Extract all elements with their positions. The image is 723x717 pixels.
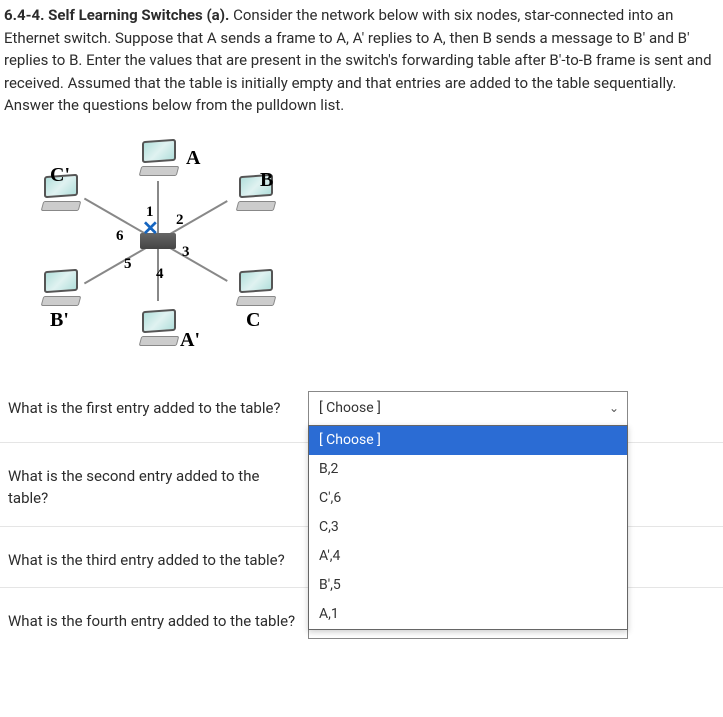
chevron-down-icon: ⌄ <box>609 399 619 417</box>
computer-A <box>138 140 182 176</box>
port-3: 3 <box>182 241 190 264</box>
port-1: 1 <box>146 201 154 224</box>
label-Cprime: C' <box>50 160 70 190</box>
port-6: 6 <box>116 225 124 248</box>
question-1-select-value: [ Choose ] <box>319 400 381 416</box>
port-5: 5 <box>124 253 132 276</box>
question-1-select[interactable]: [ Choose ] ⌄ <box>308 391 628 426</box>
computer-Aprime <box>138 310 182 346</box>
question-number: 6.4-4. <box>4 6 44 24</box>
port-2: 2 <box>176 209 184 232</box>
question-2-text: What is the second entry added to the ta… <box>8 459 298 510</box>
question-row-1: What is the first entry added to the tab… <box>0 375 723 443</box>
question-3-text: What is the third entry added to the tab… <box>8 543 298 572</box>
label-Bprime: B' <box>50 305 69 335</box>
question-title: Self Learning Switches (a). <box>48 6 229 24</box>
computer-C <box>235 270 279 306</box>
network-diagram: ✕ A B C A' B' C' 1 2 3 4 5 6 <box>0 125 723 375</box>
dropdown-option[interactable]: A,1 <box>309 600 627 629</box>
question-4-text: What is the fourth entry added to the ta… <box>8 604 298 633</box>
dropdown-option[interactable]: B',5 <box>309 571 627 600</box>
label-Aprime: A' <box>180 325 200 355</box>
label-B: B <box>260 165 273 195</box>
port-4: 4 <box>156 263 164 286</box>
dropdown-option[interactable]: C',6 <box>309 484 627 513</box>
dropdown-option[interactable]: B,2 <box>309 455 627 484</box>
computer-Bprime <box>40 270 84 306</box>
label-C: C <box>246 305 260 335</box>
label-A: A <box>186 143 200 173</box>
question-1-text: What is the first entry added to the tab… <box>8 391 298 420</box>
question-header: 6.4-4. Self Learning Switches (a). Consi… <box>0 0 723 125</box>
dropdown-option[interactable]: [ Choose ] <box>309 426 627 455</box>
question-1-dropdown: [ Choose ] B,2 C',6 C,3 A',4 B',5 A,1 <box>308 425 628 630</box>
dropdown-option[interactable]: A',4 <box>309 542 627 571</box>
dropdown-option[interactable]: C,3 <box>309 513 627 542</box>
